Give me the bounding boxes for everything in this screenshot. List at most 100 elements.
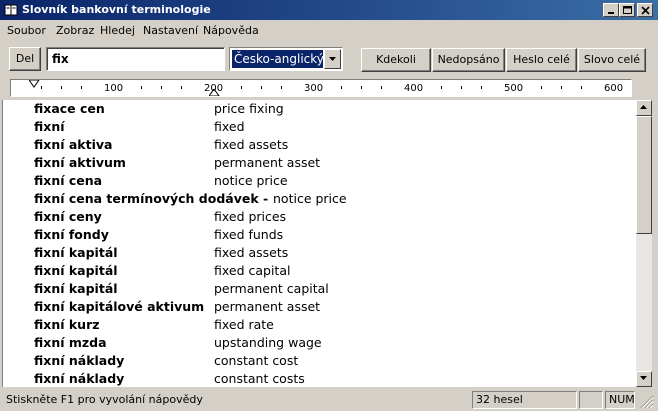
entry-translation: fixed capital <box>214 263 291 278</box>
minimize-icon <box>608 12 614 14</box>
list-item[interactable]: fixní cena termínových dodávek - notice p… <box>3 190 636 208</box>
entry-term: fixní náklady <box>34 353 125 368</box>
ruler-tick <box>61 86 62 89</box>
ruler-tick <box>161 86 162 89</box>
ruler-label-600: 600 <box>604 83 624 94</box>
maximize-button[interactable] <box>619 3 635 17</box>
search-anywhere-button[interactable]: Kdekoli <box>361 48 431 72</box>
entry-term: fixní kapitál <box>34 245 118 260</box>
list-item[interactable]: fixní náklady constant cost <box>3 352 636 370</box>
column-ruler[interactable]: 100 200 300 400 500 600 <box>10 79 632 97</box>
results-list[interactable]: fixace cen price fixing fixní fixed fixní ak… <box>2 100 636 387</box>
entry-term: fixní náklady <box>34 371 125 386</box>
search-whole-entry-button[interactable]: Heslo celé <box>506 48 577 72</box>
direction-dropdown-button[interactable] <box>324 49 341 69</box>
title-bar: Slovník bankovní terminologie <box>0 0 658 20</box>
list-item[interactable]: fixní kapitál fixed assets <box>3 244 636 262</box>
search-whole-word-button[interactable]: Slovo celé <box>578 48 646 72</box>
list-item[interactable]: fixní aktiva fixed assets <box>3 136 636 154</box>
entry-term: fixace cen <box>34 101 105 116</box>
maximize-icon <box>623 6 632 14</box>
entry-term: fixní ceny <box>34 209 102 224</box>
list-item[interactable]: fixní kapitál fixed capital <box>3 262 636 280</box>
status-entry-count: 32 hesel <box>472 391 577 409</box>
vertical-scrollbar[interactable] <box>636 100 652 387</box>
arrow-up-icon <box>640 105 647 109</box>
menu-napoveda[interactable]: Nápověda <box>203 24 259 37</box>
resize-grip-icon[interactable] <box>640 395 654 409</box>
menu-nastaveni[interactable]: Nastavení <box>143 24 198 37</box>
entry-term: fixní kurz <box>34 317 100 332</box>
book-icon <box>4 4 18 16</box>
search-field[interactable] <box>46 47 225 71</box>
status-help-text: Stiskněte F1 pro vyvolání nápovědy <box>6 393 203 406</box>
entry-translation: notice price <box>214 173 288 188</box>
list-item[interactable]: fixace cen price fixing <box>3 100 636 118</box>
scroll-up-button[interactable] <box>636 100 652 116</box>
toolbar: Del Česko-anglický Kdekoli Nedopsáno Hes… <box>0 40 658 76</box>
scrollbar-thumb[interactable] <box>636 116 652 234</box>
ruler-tick <box>441 86 442 89</box>
entry-translation: permanent capital <box>214 281 329 296</box>
entry-term: fixní aktivum <box>34 155 126 170</box>
close-button[interactable] <box>637 3 653 17</box>
search-input[interactable] <box>52 49 222 69</box>
entry-term: fixní fondy <box>34 227 109 242</box>
entry-term: fixní kapitálové aktivum <box>34 299 205 314</box>
entry-translation: fixed rate <box>214 317 274 332</box>
list-item[interactable]: fixní kurz fixed rate <box>3 316 636 334</box>
list-item[interactable]: fixní kapitálové aktivum permanent asset <box>3 298 636 316</box>
ruler-tick <box>381 86 382 89</box>
ruler-tick <box>581 86 582 89</box>
ruler-tick <box>361 86 362 89</box>
entry-term: fixní mzda <box>34 335 107 350</box>
ruler-tick <box>461 86 462 89</box>
ruler-tick <box>81 86 82 89</box>
list-item[interactable]: fixní mzda upstanding wage <box>3 334 636 352</box>
ruler-tick <box>341 86 342 89</box>
status-num: NUM <box>605 391 635 409</box>
entry-term: fixní kapitál <box>34 281 118 296</box>
ruler-tick <box>41 86 42 89</box>
direction-select[interactable]: Česko-anglický <box>229 47 343 71</box>
entry-translation: permanent asset <box>214 299 321 314</box>
ruler-tick <box>261 86 262 89</box>
entry-term: fixní aktiva <box>34 137 113 152</box>
arrow-down-icon <box>640 376 647 380</box>
direction-selected-value: Česko-anglický <box>232 50 323 68</box>
ruler-label-500: 500 <box>504 83 524 94</box>
window-title: Slovník bankovní terminologie <box>22 3 211 16</box>
list-item[interactable]: fixní cena notice price <box>3 172 636 190</box>
ruler-tick <box>141 86 142 89</box>
ruler-label-100: 100 <box>104 83 124 94</box>
menu-soubor[interactable]: Soubor <box>7 24 46 37</box>
delete-button[interactable]: Del <box>9 47 41 71</box>
list-item[interactable]: fixní náklady constant costs <box>3 370 636 387</box>
list-item[interactable]: fixní kapitál permanent capital <box>3 280 636 298</box>
list-item[interactable]: fixní ceny fixed prices <box>3 208 636 226</box>
entry-translation: constant costs <box>214 371 305 386</box>
menu-zobraz[interactable]: Zobraz <box>56 24 94 37</box>
entry-translation: permanent asset <box>214 155 321 170</box>
entry-translation: constant cost <box>214 353 299 368</box>
list-item[interactable]: fixní fixed <box>3 118 636 136</box>
list-item[interactable]: fixní aktivum permanent asset <box>3 154 636 172</box>
ruler-tick <box>481 86 482 89</box>
ruler-label-300: 300 <box>304 83 324 94</box>
minimize-button[interactable] <box>603 3 619 17</box>
entry-term: fixní <box>34 119 65 134</box>
entry-translation: fixed assets <box>214 245 289 260</box>
left-margin-marker[interactable] <box>29 80 40 88</box>
status-empty-cell <box>579 391 603 409</box>
ruler-tick <box>181 86 182 89</box>
menu-hledej[interactable]: Hledej <box>100 24 135 37</box>
search-incomplete-button[interactable]: Nedopsáno <box>432 48 505 72</box>
entry-term: fixní cena <box>34 173 103 188</box>
list-item[interactable]: fixní fondy fixed funds <box>3 226 636 244</box>
entry-translation: fixed prices <box>214 209 287 224</box>
scroll-down-button[interactable] <box>636 371 652 387</box>
entry-term: fixní kapitál <box>34 263 118 278</box>
menu-bar: Soubor Zobraz Hledej Nastavení Nápověda <box>0 20 658 40</box>
ruler-tick <box>561 86 562 89</box>
close-icon <box>641 6 650 15</box>
